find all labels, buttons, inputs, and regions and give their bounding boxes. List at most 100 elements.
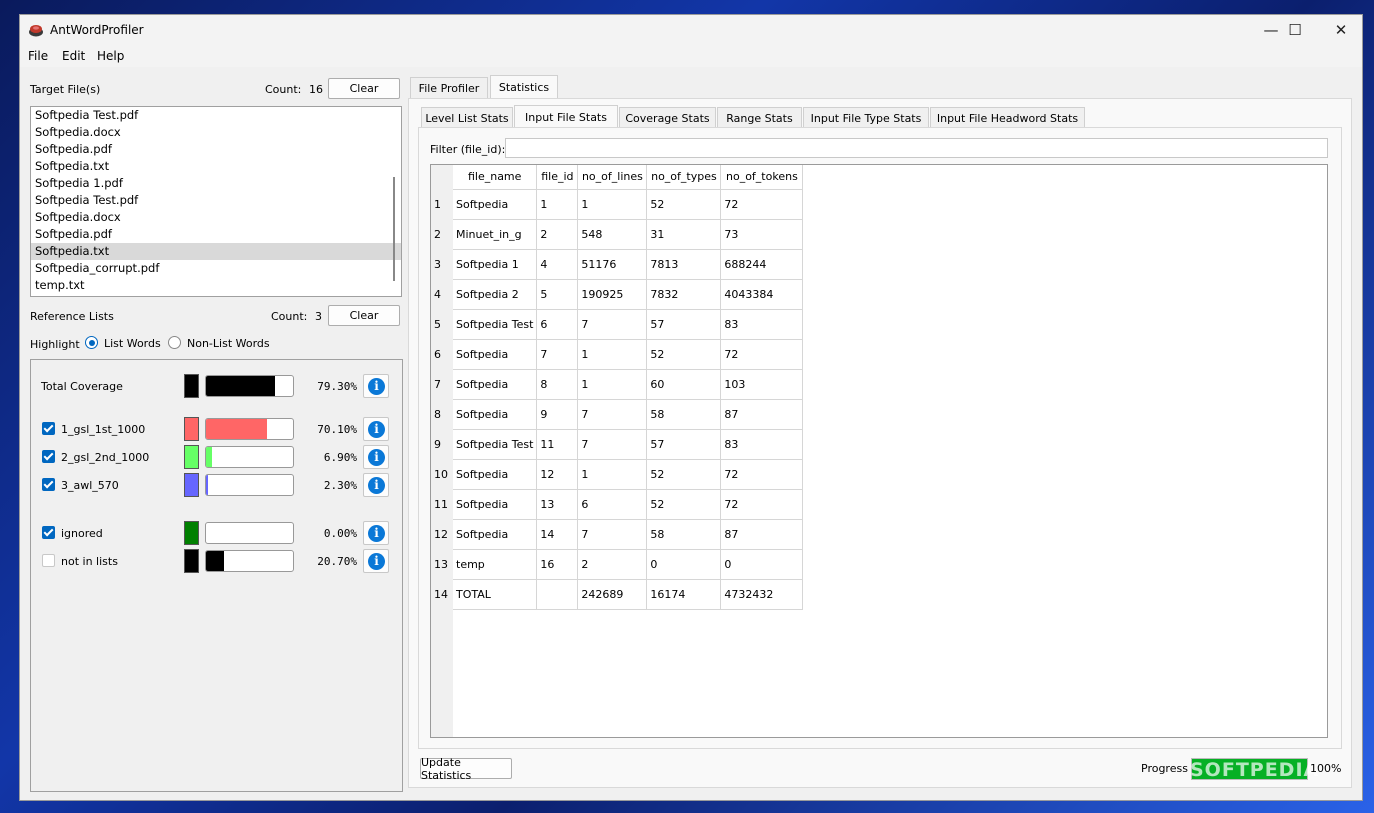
table-cell[interactable] [536, 579, 579, 610]
maximize-button[interactable]: ☐ [1272, 15, 1318, 45]
coverage-checkbox[interactable] [42, 478, 55, 491]
tab-file-profiler[interactable]: File Profiler [410, 77, 488, 99]
color-swatch[interactable] [184, 549, 199, 573]
table-cell[interactable]: 14 [536, 519, 579, 550]
row-header[interactable]: 7 [431, 369, 453, 399]
menu-help[interactable]: Help [97, 49, 124, 63]
info-button[interactable]: i [363, 473, 389, 497]
target-list-scrollbar[interactable] [388, 109, 400, 295]
list-item[interactable]: Softpedia.pdf [31, 226, 401, 243]
tab-level-list-stats[interactable]: Level List Stats [421, 107, 513, 128]
list-item[interactable]: Softpedia 1.pdf [31, 175, 401, 192]
table-cell[interactable]: 87 [720, 519, 804, 550]
list-item[interactable]: Softpedia.docx [31, 209, 401, 226]
coverage-checkbox[interactable] [42, 450, 55, 463]
list-item[interactable]: Softpedia_corrupt.pdf [31, 260, 401, 277]
table-cell[interactable]: 1 [536, 189, 579, 220]
row-header[interactable]: 6 [431, 339, 453, 369]
column-header[interactable]: file_name [453, 165, 538, 190]
target-clear-button[interactable]: Clear [328, 78, 400, 99]
table-cell[interactable]: 11 [536, 429, 579, 460]
table-cell[interactable]: 83 [720, 309, 804, 340]
table-row[interactable]: 13 temp 16 2 0 0 [431, 549, 804, 580]
row-header[interactable]: 2 [431, 219, 453, 249]
table-cell[interactable]: 60 [646, 369, 722, 400]
table-cell[interactable]: Softpedia Test [453, 429, 538, 460]
row-header[interactable]: 9 [431, 429, 453, 459]
target-files-list[interactable]: Softpedia Test.pdf Softpedia.docx Softpedi… [30, 106, 402, 297]
table-cell[interactable]: Softpedia 1 [453, 249, 538, 280]
table-row[interactable]: 4 Softpedia 2 5 190925 7832 4043384 [431, 279, 804, 310]
table-cell[interactable]: 4 [536, 249, 579, 280]
table-row[interactable]: 14 TOTAL 242689 16174 4732432 [431, 579, 804, 610]
list-item[interactable]: temp.txt [31, 277, 401, 294]
list-item[interactable]: Softpedia.pdf [31, 141, 401, 158]
table-cell[interactable]: 7813 [646, 249, 722, 280]
table-cell[interactable]: 72 [720, 189, 804, 220]
table-cell[interactable]: 103 [720, 369, 804, 400]
table-cell[interactable]: Softpedia [453, 399, 538, 430]
table-row[interactable]: 6 Softpedia 7 1 52 72 [431, 339, 804, 370]
table-cell[interactable]: 548 [577, 219, 648, 250]
table-row[interactable]: 2 Minuet_in_g 2 548 31 73 [431, 219, 804, 250]
menu-file[interactable]: File [28, 49, 48, 63]
row-header[interactable]: 10 [431, 459, 453, 489]
table-cell[interactable]: 16 [536, 549, 579, 580]
reference-clear-button[interactable]: Clear [328, 305, 400, 326]
column-header[interactable]: no_of_types [646, 165, 722, 190]
table-cell[interactable]: 31 [646, 219, 722, 250]
color-swatch[interactable] [184, 417, 199, 441]
info-button[interactable]: i [363, 374, 389, 398]
row-header[interactable]: 3 [431, 249, 453, 279]
table-cell[interactable]: 52 [646, 489, 722, 520]
filter-input[interactable] [505, 138, 1328, 158]
table-cell[interactable]: Softpedia Test [453, 309, 538, 340]
table-cell[interactable]: 688244 [720, 249, 804, 280]
table-cell[interactable]: 0 [720, 549, 804, 580]
menu-edit[interactable]: Edit [62, 49, 85, 63]
table-cell[interactable]: 4732432 [720, 579, 804, 610]
info-button[interactable]: i [363, 445, 389, 469]
table-cell[interactable]: 1 [577, 459, 648, 490]
table-cell[interactable]: 12 [536, 459, 579, 490]
table-cell[interactable]: 52 [646, 189, 722, 220]
non-list-words-label[interactable]: Non-List Words [187, 337, 270, 350]
list-item[interactable]: Softpedia.txt [31, 158, 401, 175]
list-words-label[interactable]: List Words [104, 337, 161, 350]
table-row[interactable]: 5 Softpedia Test 6 7 57 83 [431, 309, 804, 340]
table-cell[interactable]: 9 [536, 399, 579, 430]
coverage-checkbox[interactable] [42, 554, 55, 567]
row-header[interactable]: 12 [431, 519, 453, 549]
table-cell[interactable]: Softpedia [453, 189, 538, 220]
table-cell[interactable]: 58 [646, 519, 722, 550]
table-cell[interactable]: Softpedia 2 [453, 279, 538, 310]
table-cell[interactable]: 87 [720, 399, 804, 430]
row-header[interactable]: 1 [431, 189, 453, 219]
table-row[interactable]: 12 Softpedia 14 7 58 87 [431, 519, 804, 550]
color-swatch[interactable] [184, 473, 199, 497]
table-cell[interactable]: 13 [536, 489, 579, 520]
info-button[interactable]: i [363, 521, 389, 545]
color-swatch[interactable] [184, 374, 199, 398]
table-cell[interactable]: Minuet_in_g [453, 219, 538, 250]
list-item[interactable]: Softpedia.docx [31, 124, 401, 141]
tab-input-file-headword-stats[interactable]: Input File Headword Stats [930, 107, 1085, 128]
tab-input-file-type-stats[interactable]: Input File Type Stats [803, 107, 929, 128]
row-header[interactable]: 11 [431, 489, 453, 519]
table-cell[interactable]: 0 [646, 549, 722, 580]
color-swatch[interactable] [184, 521, 199, 545]
table-cell[interactable]: 7 [577, 519, 648, 550]
table-cell[interactable]: Softpedia [453, 519, 538, 550]
update-statistics-button[interactable]: Update Statistics [420, 756, 512, 782]
table-row[interactable]: 3 Softpedia 1 4 51176 7813 688244 [431, 249, 804, 280]
table-cell[interactable]: 57 [646, 429, 722, 460]
table-cell[interactable]: 72 [720, 339, 804, 370]
column-header[interactable]: no_of_tokens [720, 165, 804, 190]
table-cell[interactable]: temp [453, 549, 538, 580]
info-button[interactable]: i [363, 417, 389, 441]
table-cell[interactable]: 51176 [577, 249, 648, 280]
stats-table[interactable]: file_name file_id no_of_lines no_of_types no… [430, 164, 1328, 738]
table-cell[interactable]: 5 [536, 279, 579, 310]
tab-statistics[interactable]: Statistics [490, 75, 558, 99]
table-cell[interactable]: 7 [577, 399, 648, 430]
